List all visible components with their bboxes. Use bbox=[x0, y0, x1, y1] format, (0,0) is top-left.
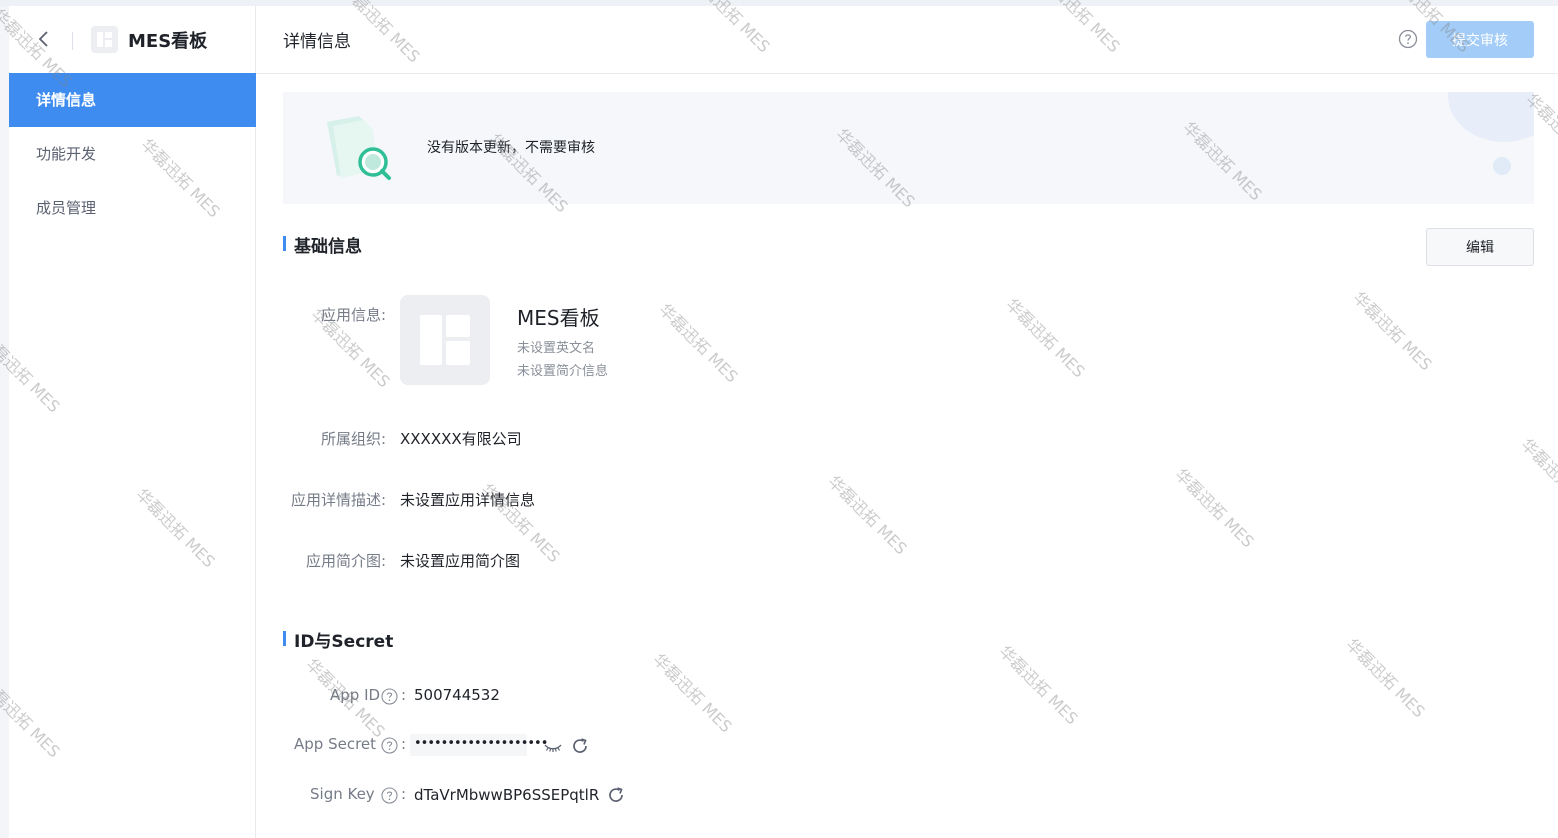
search-doc-illustration bbox=[327, 116, 391, 180]
desc-value: 未设置应用详情信息 bbox=[400, 491, 536, 509]
section-title-ids: ID与Secret bbox=[283, 627, 393, 652]
app-secret-label: App Secret bbox=[294, 735, 377, 753]
watermark: 华磊迅拓 MES bbox=[1171, 464, 1258, 552]
edit-button[interactable]: 编辑 bbox=[1426, 228, 1534, 266]
app-grid-icon bbox=[97, 32, 112, 47]
watermark: 华磊迅拓 MES bbox=[649, 649, 736, 737]
watermark: 华磊迅拓 MES bbox=[1349, 287, 1436, 375]
banner-decoration-dot bbox=[1493, 157, 1511, 175]
colon: : bbox=[401, 785, 407, 803]
colon: : bbox=[401, 686, 407, 704]
banner-decoration bbox=[1448, 92, 1534, 142]
sidebar-item-features[interactable]: 功能开发 bbox=[9, 127, 256, 181]
page-header: 详情信息 提交审核 bbox=[256, 6, 1558, 74]
app-name-large: MES看板 bbox=[517, 306, 600, 330]
app-logo[interactable] bbox=[400, 295, 490, 385]
sidebar-item-details[interactable]: 详情信息 bbox=[9, 73, 256, 127]
sidebar: MES看板 详情信息 功能开发 成员管理 bbox=[9, 6, 256, 838]
question-icon[interactable] bbox=[381, 787, 398, 804]
app-secret-value: •••••••••••••••••••• bbox=[414, 736, 548, 751]
refresh-icon[interactable] bbox=[570, 736, 590, 756]
app-logo-small bbox=[91, 26, 118, 53]
eye-closed-icon[interactable] bbox=[543, 737, 563, 757]
org-label: 所属组织: bbox=[320, 430, 386, 448]
app-grid-icon bbox=[420, 315, 470, 365]
header-divider bbox=[72, 32, 73, 50]
app-info-label: 应用信息: bbox=[320, 306, 386, 324]
question-icon[interactable] bbox=[381, 688, 398, 705]
app-name: MES看板 bbox=[128, 31, 208, 52]
app-id-value: 500744532 bbox=[414, 686, 500, 704]
watermark: 华磊迅拓 MES bbox=[655, 299, 742, 387]
watermark: 华磊迅拓 MES bbox=[1517, 434, 1558, 521]
colon: : bbox=[401, 735, 407, 753]
image-label: 应用简介图: bbox=[305, 552, 386, 570]
refresh-icon[interactable] bbox=[606, 785, 626, 805]
sign-key-value: dTaVrMbwwBP6SSEPqtlR bbox=[414, 786, 600, 804]
submit-review-button[interactable]: 提交审核 bbox=[1426, 21, 1534, 58]
watermark: 华磊迅拓 MES bbox=[824, 471, 911, 559]
image-value: 未设置应用简介图 bbox=[400, 552, 521, 570]
sign-key-label: Sign Key bbox=[310, 785, 375, 803]
desc-label: 应用详情描述: bbox=[290, 491, 386, 509]
app-id-label: App ID bbox=[330, 686, 381, 704]
sidebar-item-members[interactable]: 成员管理 bbox=[9, 181, 256, 235]
watermark: 华磊迅拓 MES bbox=[1342, 634, 1429, 722]
no-update-banner: 没有版本更新，不需要审核 bbox=[283, 92, 1534, 204]
app-intro: 未设置简介信息 bbox=[517, 364, 609, 379]
banner-message: 没有版本更新，不需要审核 bbox=[427, 140, 595, 156]
sidebar-nav: 详情信息 功能开发 成员管理 bbox=[9, 73, 256, 235]
question-icon[interactable] bbox=[381, 737, 398, 754]
help-circle-icon[interactable] bbox=[1398, 29, 1418, 49]
english-name: 未设置英文名 bbox=[517, 341, 596, 356]
sidebar-header: MES看板 bbox=[9, 6, 256, 73]
back-arrow-icon[interactable] bbox=[33, 28, 55, 50]
section-title-basic: 基础信息 bbox=[283, 232, 362, 257]
watermark: 华磊迅拓 MES bbox=[995, 641, 1082, 729]
page-title: 详情信息 bbox=[283, 32, 351, 52]
watermark: 华磊迅拓 MES bbox=[1002, 294, 1089, 382]
org-value: XXXXXX有限公司 bbox=[400, 430, 522, 448]
left-band bbox=[0, 6, 9, 838]
